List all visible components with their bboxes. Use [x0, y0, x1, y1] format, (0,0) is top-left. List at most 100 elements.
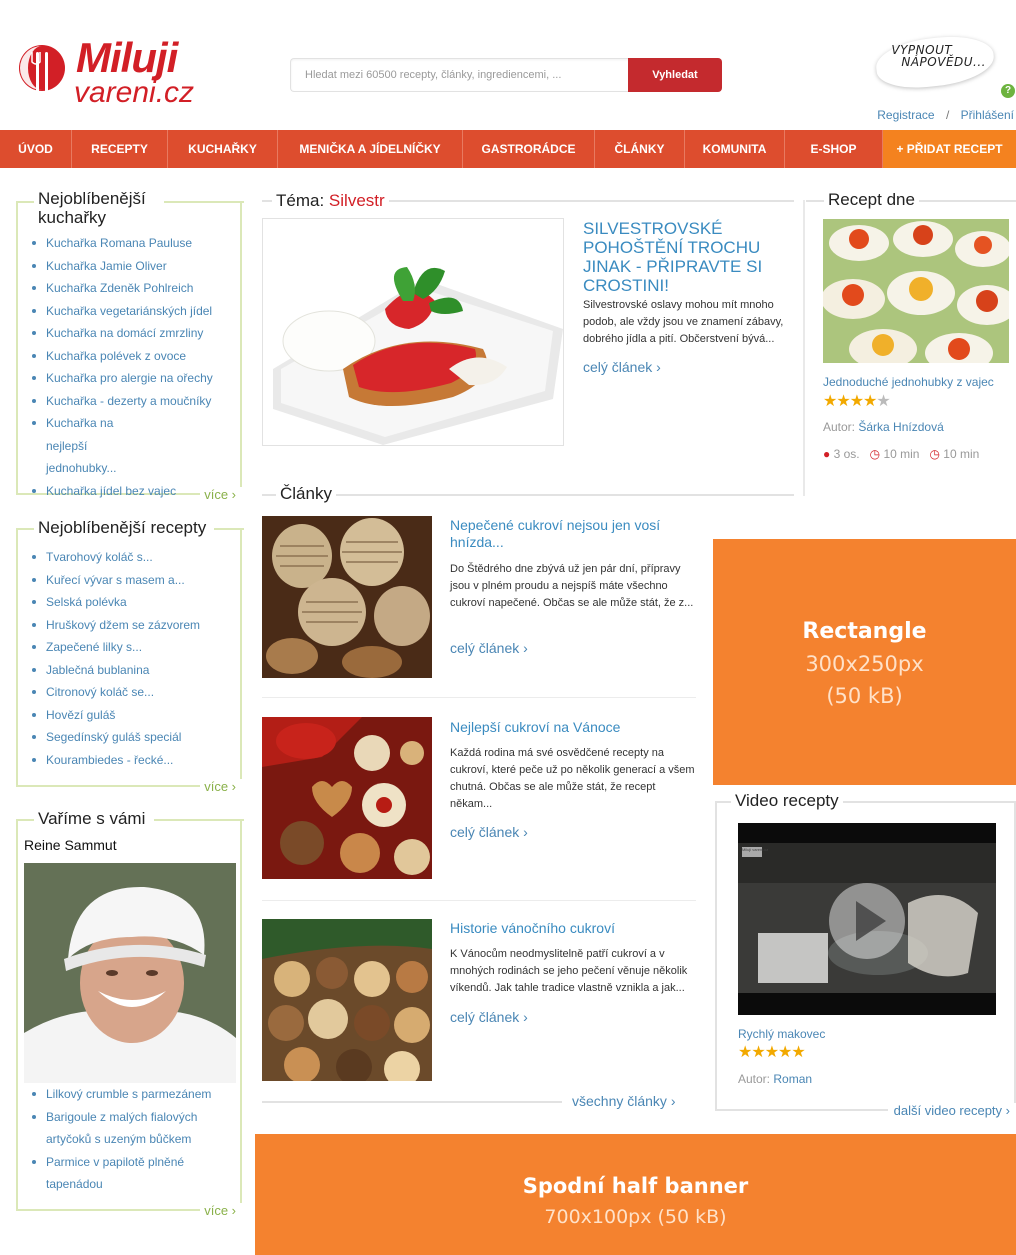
article-3-readmore-link[interactable]: celý článek › [450, 1009, 528, 1025]
cooking-title: Vaříme s vámi [34, 809, 150, 828]
cookbooks-title: Nejoblíbenější kuchařky [34, 189, 164, 227]
list-item[interactable]: Kuchařka - dezerty a moučníky [32, 390, 236, 413]
recipe-day-name[interactable]: Jednoduché jednohubky z vajec [823, 375, 994, 389]
nav-gastroradce[interactable]: GASTRORÁDCE [463, 130, 595, 168]
site-logo[interactable]: Miluji vareni.cz [16, 34, 216, 114]
list-item[interactable]: Jablečná bublanina [32, 659, 236, 682]
register-link[interactable]: Registrace [877, 108, 934, 122]
theme-label: Téma: [276, 191, 325, 210]
list-item[interactable]: Barigoule z malých fialových artyčoků s … [32, 1106, 202, 1151]
box-border-line [164, 201, 244, 203]
more-video-recipes-link[interactable]: další video recepty › [887, 1103, 1016, 1118]
list-item[interactable]: Citronový koláč se... [32, 681, 236, 704]
box-border-line [16, 201, 36, 203]
list-item[interactable]: Zapečené lilky s... [32, 636, 236, 659]
articles-title-line [262, 494, 794, 496]
nav-add-recipe[interactable]: + PŘIDAT RECEPT [883, 130, 1016, 168]
author-link[interactable]: Šárka Hnízdová [858, 420, 943, 434]
video-recipe-rating: ★★★★★ [738, 1044, 806, 1061]
article-2-text: Každá rodina má své osvědčené recepty na… [450, 747, 695, 810]
list-item[interactable]: Kourambiedes - řecké... [32, 749, 236, 772]
nav-kucharky[interactable]: KUCHAŘKY [168, 130, 278, 168]
rectangle-banner-size: 300x250px [805, 652, 924, 676]
nav-komunita[interactable]: KOMUNITA [685, 130, 785, 168]
video-recipe-name[interactable]: Rychlý makovec [738, 1027, 825, 1041]
article-2-readmore-link[interactable]: celý článek › [450, 824, 528, 840]
author-link[interactable]: Roman [773, 1072, 812, 1086]
rectangle-banner[interactable]: Rectangle 300x250px (50 kB) [713, 539, 1016, 785]
article-1-readmore-link[interactable]: celý článek › [450, 640, 528, 656]
nav-menicka[interactable]: MENIČKA A JÍDELNÍČKY [278, 130, 463, 168]
list-item[interactable]: Kuchařka na domácí zmrzliny [32, 322, 236, 345]
person-icon: ● [823, 447, 831, 461]
list-item[interactable]: Hovězí guláš [32, 704, 236, 727]
articles-title: Články [276, 484, 336, 504]
article-separator [262, 697, 696, 698]
logo-text-vareni: vareni.cz [74, 76, 195, 109]
recipes-title: Nejoblíbenější recepty [34, 518, 211, 537]
search-input[interactable] [290, 58, 630, 92]
star-icon: ★ [751, 1044, 765, 1061]
theme-readmore-link[interactable]: celý článek › [583, 359, 661, 375]
nav-recepty[interactable]: RECEPTY [72, 130, 168, 168]
list-item[interactable]: Kuchařka na nejlepší jednohubky... [32, 412, 152, 480]
help-icon[interactable]: ? [1001, 84, 1015, 98]
theme-name[interactable]: Silvestr [329, 191, 385, 210]
recipe-day-image[interactable] [823, 219, 1009, 363]
nav-clanky[interactable]: ČLÁNKY [595, 130, 685, 168]
article-image-3[interactable] [262, 919, 432, 1081]
article-image-2[interactable] [262, 717, 432, 879]
list-item[interactable]: Lilkový crumble s parmezánem [32, 1083, 236, 1106]
star-icon: ★ [791, 1044, 805, 1061]
list-item[interactable]: Tvarohový koláč s... [32, 546, 236, 569]
nav-uvod[interactable]: ÚVOD [0, 130, 72, 168]
cookbooks-box: Nejoblíbenější kuchařky Kuchařka Romana … [16, 189, 244, 502]
theme-headline[interactable]: SILVESTROVSKÉ POHOŠTĚNÍ TROCHU JINAK - P… [583, 219, 793, 295]
bottom-half-banner[interactable]: Spodní half banner 700x100px (50 kB) [255, 1134, 1016, 1255]
list-item[interactable]: Kuchařka vegetariánských jídel [32, 300, 236, 323]
list-item[interactable]: Kuřecí vývar s masem a... [32, 569, 236, 592]
author-label: Autor: [738, 1072, 771, 1086]
star-icon: ★ [764, 1044, 779, 1061]
help-bubble: VYPNOUT NÁPOVĚDU... [873, 31, 997, 93]
rectangle-banner-weight: (50 kB) [826, 684, 903, 708]
cooking-box: Vaříme s vámi Reine Sammut Lilkový crumb… [16, 809, 244, 1218]
article-1-image [262, 516, 432, 678]
list-item[interactable]: Kuchařka Zdeněk Pohlreich [32, 277, 236, 300]
box-border-line [214, 528, 244, 530]
chef-photo[interactable] [24, 863, 236, 1083]
box-border-line [16, 528, 36, 530]
list-item[interactable]: Kuchařka pro alergie na ořechy [32, 367, 236, 390]
recipes-box: Nejoblíbenější recepty Tvarohový koláč s… [16, 518, 244, 794]
cookbooks-more-link[interactable]: více › [200, 487, 242, 502]
recipes-more-link[interactable]: více › [200, 779, 242, 794]
cooking-list: Lilkový crumble s parmezánem Barigoule z… [32, 1083, 236, 1196]
articles-all-line [262, 1101, 562, 1103]
video-recipe-author: Autor: Roman [738, 1072, 812, 1086]
recipe-day-title: Recept dne [824, 190, 919, 210]
main-nav: ÚVOD RECEPTY KUCHAŘKY MENIČKA A JÍDELNÍČ… [0, 130, 1016, 168]
list-item[interactable]: Segedínský guláš speciál [32, 726, 236, 749]
article-1-title[interactable]: Nepečené cukroví nejsou jen vosí hnízda.… [450, 517, 695, 551]
all-articles-link[interactable]: všechny články › [566, 1093, 682, 1109]
video-thumbnail [738, 823, 996, 1015]
list-item[interactable]: Kuchařka Jamie Oliver [32, 255, 236, 278]
help-toggle[interactable]: VYPNOUT NÁPOVĚDU... ? [873, 31, 1016, 98]
list-item[interactable]: Kuchařka polévek z ovoce [32, 345, 236, 368]
login-link[interactable]: Přihlášení [961, 108, 1014, 122]
article-separator [262, 900, 696, 901]
star-icon: ★ [849, 393, 864, 410]
search-button[interactable]: Vyhledat [628, 58, 722, 92]
video-player[interactable]: Miluji vareni.cz [738, 823, 996, 1015]
article-2-title[interactable]: Nejlepší cukroví na Vánoce [450, 719, 695, 736]
list-item[interactable]: Parmice v papilotě plněné tapenádou [32, 1151, 192, 1196]
list-item[interactable]: Hruškový džem se zázvorem [32, 614, 236, 637]
article-image-1[interactable] [262, 516, 432, 678]
cooking-more-link[interactable]: více › [200, 1203, 242, 1218]
nav-eshop[interactable]: E-SHOP [785, 130, 883, 168]
article-3-title[interactable]: Historie vánočního cukroví [450, 920, 695, 937]
list-item[interactable]: Kuchařka Romana Pauluse [32, 232, 236, 255]
theme-perex: Silvestrovské oslavy mohou mít mnoho pod… [583, 299, 784, 345]
list-item[interactable]: Selská polévka [32, 591, 236, 614]
theme-image[interactable] [262, 218, 564, 446]
